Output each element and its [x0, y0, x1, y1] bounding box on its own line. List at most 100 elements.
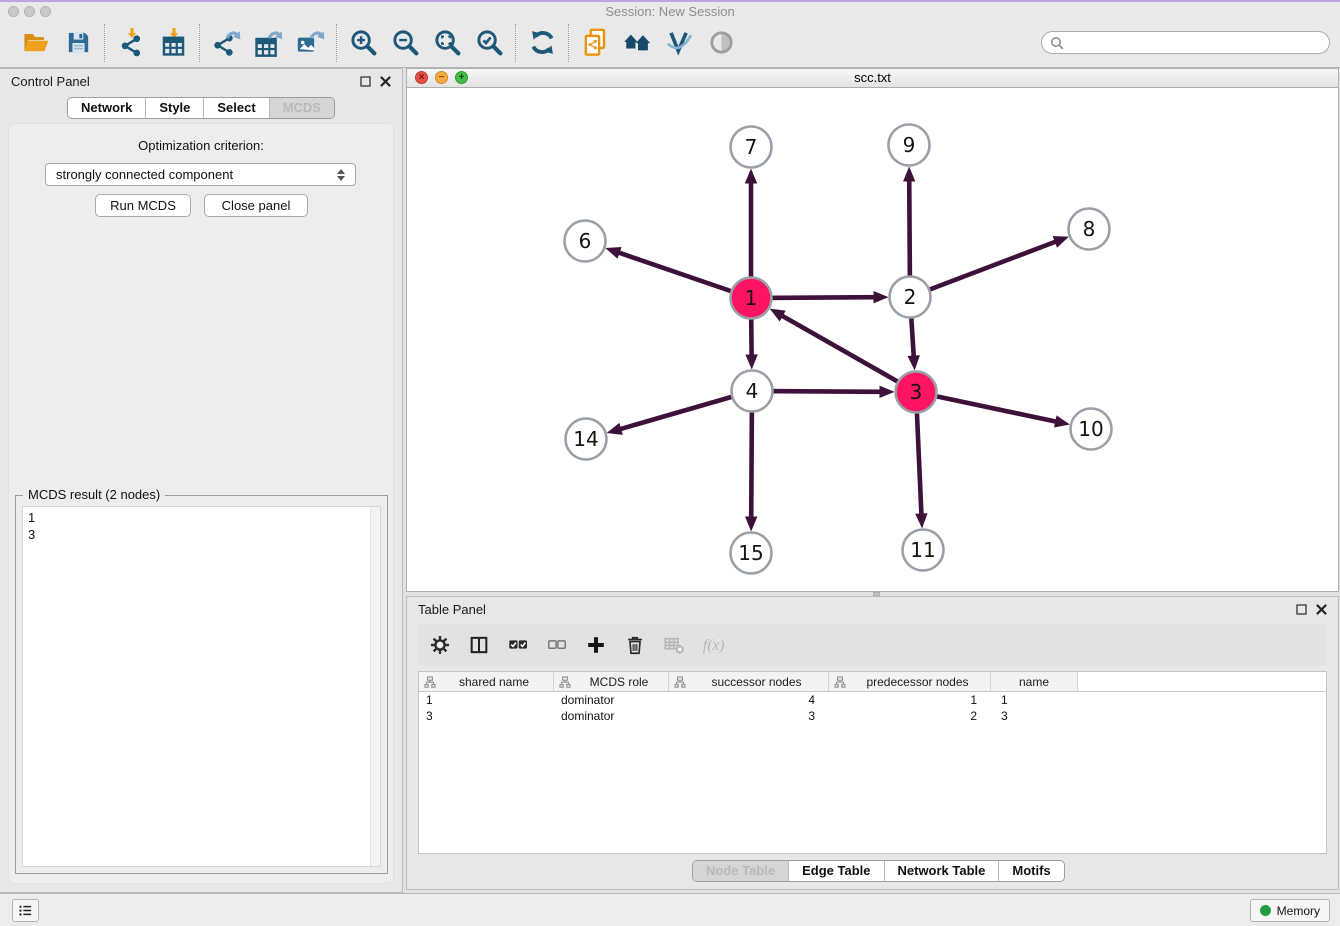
node-table: shared nameMCDS rolesuccessor nodesprede… — [418, 671, 1327, 854]
show-vizmapper-button[interactable] — [662, 26, 696, 60]
hide-graphics-details-button[interactable] — [704, 26, 738, 60]
select-all-columns-icon — [507, 634, 529, 656]
show-vizmapper-icon — [665, 28, 694, 57]
column-header-successor-nodes[interactable]: successor nodes — [669, 672, 829, 691]
close-panel-icon[interactable] — [1316, 604, 1327, 615]
graph-node-label-11: 11 — [910, 538, 935, 562]
table-cell[interactable]: 1 — [991, 692, 1078, 708]
status-bar: Memory — [0, 893, 1340, 926]
tab-style[interactable]: Style — [145, 98, 203, 118]
table-cell[interactable]: 1 — [829, 692, 991, 708]
table-cell[interactable]: dominator — [554, 692, 669, 708]
delete-table-button — [662, 633, 686, 657]
table-tabs: Node TableEdge TableNetwork TableMotifs — [692, 860, 1065, 882]
function-builder-button: f(x) — [701, 633, 725, 657]
tab-motifs[interactable]: Motifs — [998, 861, 1063, 881]
import-network-button[interactable] — [114, 26, 148, 60]
graph-edge-arrowhead — [903, 166, 915, 181]
zoom-selected-button[interactable] — [472, 26, 506, 60]
graph-edge-arrowhead — [607, 423, 623, 435]
save-session-icon — [64, 28, 93, 57]
graph-node-label-9: 9 — [903, 133, 916, 157]
delete-columns-button[interactable] — [623, 633, 647, 657]
column-header-shared-name[interactable]: shared name — [419, 672, 554, 691]
list-icon — [17, 902, 34, 919]
graph-edge-arrowhead — [1053, 236, 1069, 248]
zoom-in-button[interactable] — [346, 26, 380, 60]
export-image-button[interactable] — [293, 26, 327, 60]
tab-node-table[interactable]: Node Table — [693, 861, 788, 881]
graph-node-label-15: 15 — [738, 541, 763, 565]
graph-node-label-7: 7 — [745, 135, 758, 159]
network-graph[interactable]: 1234678910111415 — [407, 88, 1338, 592]
table-cell[interactable]: 3 — [669, 708, 829, 724]
close-panel-icon[interactable] — [380, 76, 391, 87]
column-header-MCDS-role[interactable]: MCDS role — [554, 672, 669, 691]
table-header-row: shared nameMCDS rolesuccessor nodesprede… — [419, 672, 1326, 692]
graph-node-label-6: 6 — [579, 229, 592, 253]
table-cell[interactable]: 3 — [991, 708, 1078, 724]
tab-select[interactable]: Select — [203, 98, 268, 118]
float-panel-icon[interactable] — [360, 76, 371, 87]
task-history-button[interactable] — [12, 899, 39, 922]
zoom-out-button[interactable] — [388, 26, 422, 60]
graph-node-label-4: 4 — [746, 379, 759, 403]
select-all-columns-button[interactable] — [506, 633, 530, 657]
zoom-in-icon — [349, 28, 378, 57]
table-row[interactable]: 3dominator323 — [419, 708, 1326, 724]
graph-edge-2-8[interactable] — [910, 241, 1057, 297]
result-scrollbar[interactable] — [370, 507, 380, 866]
table-row[interactable]: 1dominator411 — [419, 692, 1326, 708]
criterion-value: strongly connected component — [56, 167, 233, 182]
table-panel: Table Panel f(x) shared nameMCDS rolesuc… — [406, 596, 1339, 890]
float-panel-icon[interactable] — [1296, 604, 1307, 615]
network-window-titlebar[interactable]: ×−+ scc.txt — [407, 69, 1338, 88]
graph-edge-arrowhead — [745, 516, 757, 531]
graph-edge-3-1[interactable] — [781, 315, 916, 392]
split-columns-button[interactable] — [467, 633, 491, 657]
network-window-title: scc.txt — [407, 69, 1338, 87]
zoom-selected-icon — [475, 28, 504, 57]
import-table-button[interactable] — [156, 26, 190, 60]
graph-node-label-8: 8 — [1083, 217, 1096, 241]
control-panel-header: Control Panel — [0, 69, 402, 93]
table-cell[interactable]: 1 — [419, 692, 554, 708]
table-cell[interactable]: 2 — [829, 708, 991, 724]
zoom-fit-button[interactable] — [430, 26, 464, 60]
export-table-button[interactable] — [251, 26, 285, 60]
table-settings-button[interactable] — [428, 633, 452, 657]
search-box[interactable] — [1041, 31, 1330, 54]
export-network-button[interactable] — [209, 26, 243, 60]
column-tree-icon — [674, 676, 686, 688]
column-header-predecessor-nodes[interactable]: predecessor nodes — [829, 672, 991, 691]
table-cell[interactable]: dominator — [554, 708, 669, 724]
tab-edge-table[interactable]: Edge Table — [788, 861, 883, 881]
graph-edge-arrowhead — [745, 169, 757, 184]
network-overview-button[interactable] — [620, 26, 654, 60]
mcds-result-area[interactable]: 1 3 — [22, 506, 381, 867]
memory-button[interactable]: Memory — [1250, 899, 1330, 922]
toolbar-group — [10, 26, 104, 60]
run-mcds-button[interactable]: Run MCDS — [95, 194, 191, 217]
criterion-select[interactable]: strongly connected component — [45, 163, 356, 186]
open-session-button[interactable] — [19, 26, 53, 60]
apply-layout-button[interactable] — [525, 26, 559, 60]
graph-edge-arrowhead — [605, 247, 621, 259]
table-cell[interactable]: 3 — [419, 708, 554, 724]
save-session-button[interactable] — [61, 26, 95, 60]
tab-network-table[interactable]: Network Table — [884, 861, 999, 881]
table-cell[interactable]: 4 — [669, 692, 829, 708]
close-panel-button[interactable]: Close panel — [204, 194, 308, 217]
column-header-name[interactable]: name — [991, 672, 1078, 691]
tab-mcds[interactable]: MCDS — [269, 98, 334, 118]
toolbar-group — [337, 26, 515, 60]
search-input[interactable] — [1068, 35, 1321, 51]
graph-edge-arrowhead — [873, 291, 888, 303]
import-network-icon — [117, 28, 146, 57]
duplicate-network-button[interactable] — [578, 26, 612, 60]
zoom-out-icon — [391, 28, 420, 57]
toolbar-group — [200, 26, 336, 60]
add-column-button[interactable] — [584, 633, 608, 657]
unselect-all-columns-button[interactable] — [545, 633, 569, 657]
tab-network[interactable]: Network — [68, 98, 145, 118]
